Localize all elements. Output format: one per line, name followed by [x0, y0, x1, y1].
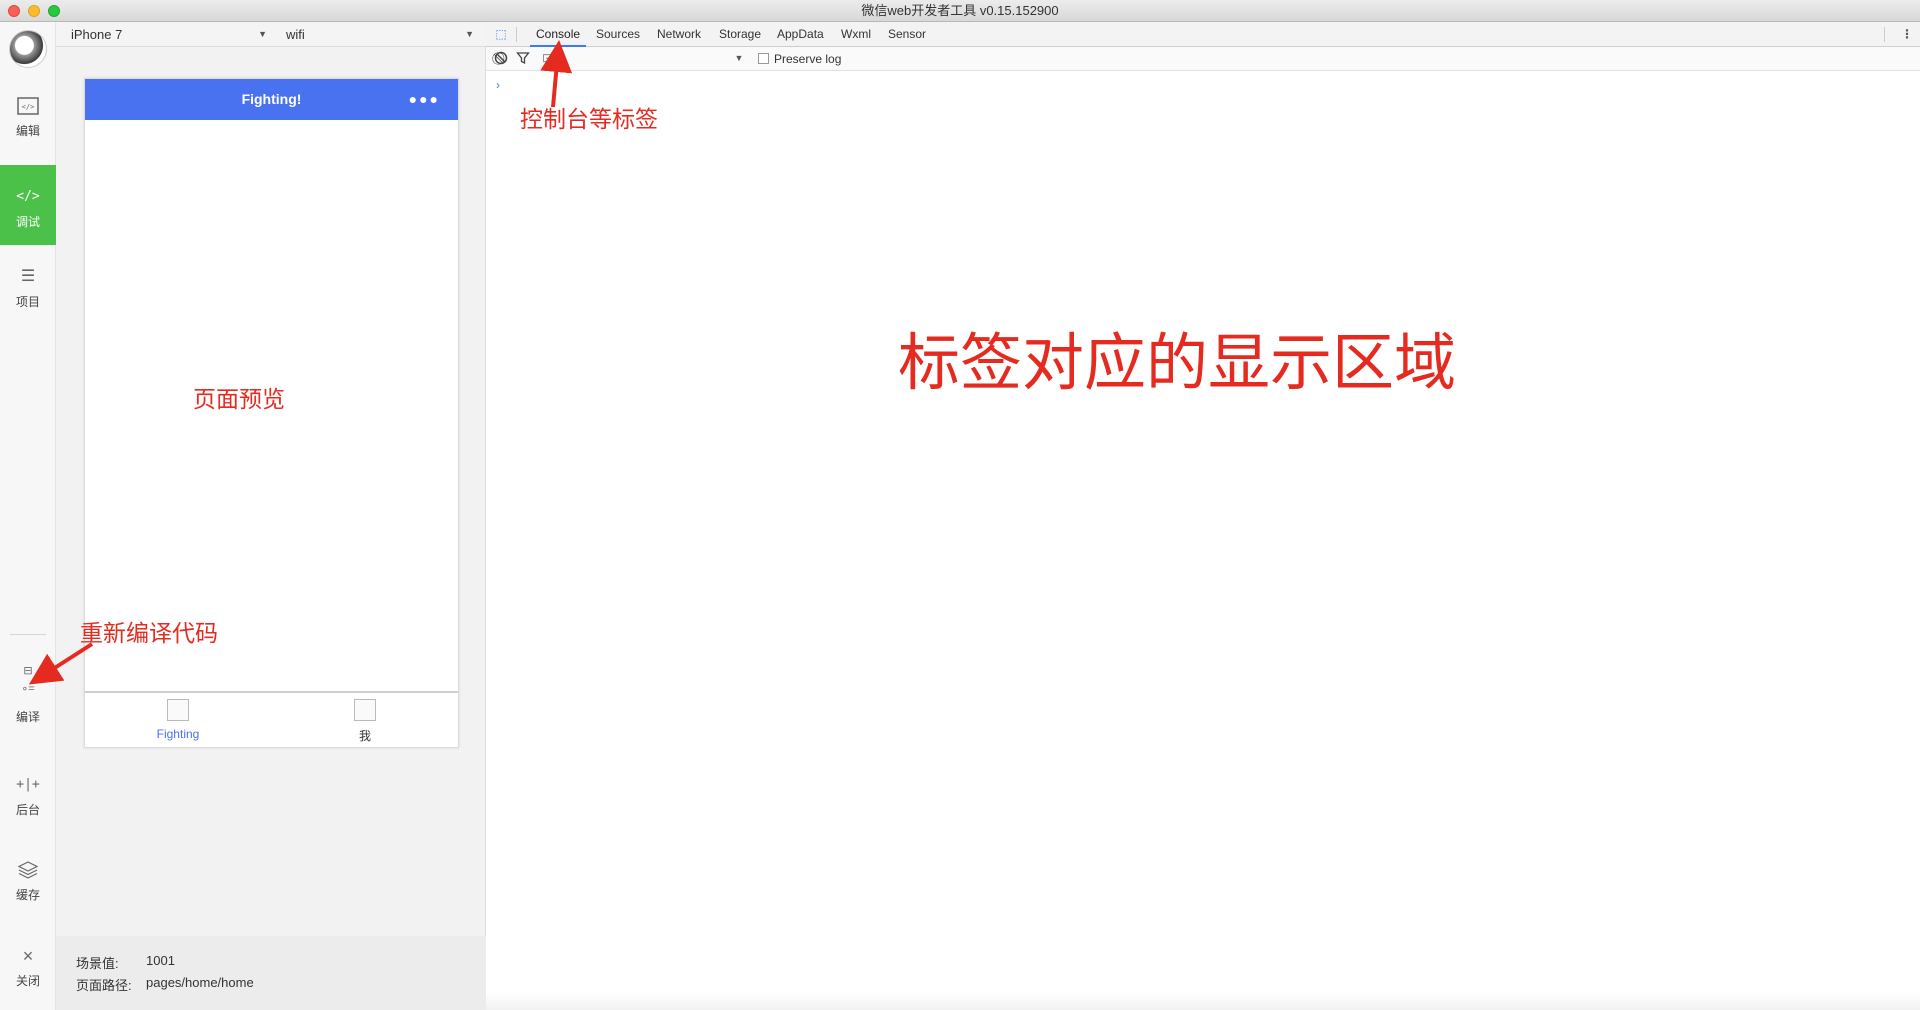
sidebar-item-debug[interactable]: </> 调试 [0, 165, 56, 245]
tab-divider [1884, 27, 1885, 42]
annotation-tabs-note: 控制台等标签 [520, 107, 658, 133]
simulator-footer: 场景值: 1001 页面路径: pages/home/home [56, 936, 486, 1010]
sidebar-item-compile[interactable]: ⊟ ∘= 编译 [0, 662, 56, 725]
tab-appdata[interactable]: AppData [777, 22, 824, 47]
bottom-shadow [486, 992, 1920, 1010]
scene-label: 场景值: [76, 956, 119, 971]
tab-label: 我 [358, 729, 371, 743]
scene-value: 1001 [146, 953, 175, 968]
layers-icon [16, 860, 40, 880]
svg-text:</>: </> [22, 103, 35, 111]
sidebar-item-label: 缓存 [15, 888, 40, 902]
tab-wxml[interactable]: Wxml [841, 22, 871, 47]
window-title-bar: 微信web开发者工具 v0.15.152900 [0, 0, 1920, 22]
broken-image-icon [167, 699, 189, 721]
sidebar-item-project[interactable]: ☰ 项目 [0, 267, 56, 310]
annotation-display-area: 标签对应的显示区域 [898, 326, 1457, 399]
left-sidebar: </> 编辑 </> 调试 ☰ 项目 ⊟ ∘= 编译 +|+ 后台 缓存 × 关闭 [0, 22, 56, 1010]
console-prompt[interactable]: › [496, 78, 500, 92]
sidebar-item-background[interactable]: +|+ 后台 [0, 775, 56, 818]
device-select[interactable]: iPhone 7 ▼ [71, 25, 267, 44]
background-icon: +|+ [16, 777, 40, 792]
tab-storage[interactable]: Storage [719, 22, 761, 47]
filter-icon[interactable] [516, 51, 530, 65]
network-select[interactable]: wifi ▼ [286, 25, 474, 44]
code-brackets-icon: </> [16, 189, 40, 204]
more-dots-icon[interactable]: ●●● [409, 79, 440, 120]
tab-network[interactable]: Network [657, 22, 701, 47]
page-path-label: 页面路径: [76, 978, 132, 993]
menu-lines-icon: ☰ [20, 268, 36, 285]
phone-nav-title: Fighting! [241, 91, 302, 107]
sidebar-item-label: 项目 [15, 295, 40, 309]
devtools-tab-bar: ⬚ Console Sources Network Storage AppDat… [486, 22, 1920, 47]
network-select-value: wifi [286, 27, 305, 42]
block-icon [494, 51, 508, 65]
sidebar-item-label: 调试 [15, 215, 40, 229]
tab-label: Fighting [156, 727, 200, 741]
close-window-button[interactable] [8, 5, 20, 17]
chevron-down-icon: ▼ [465, 29, 474, 39]
tab-fighting[interactable]: Fighting [148, 699, 208, 741]
devtools-panel: ⬚ Console Sources Network Storage AppDat… [486, 22, 1920, 1010]
inspect-element-icon[interactable]: ⬚ [494, 27, 508, 41]
preserve-log-label: Preserve log [774, 52, 842, 66]
sidebar-item-label: 编译 [15, 710, 40, 724]
tab-divider [516, 27, 517, 42]
chevron-down-icon: ▼ [258, 29, 267, 39]
annotation-recompile: 重新编译代码 [80, 621, 218, 647]
sidebar-item-label: 关闭 [15, 974, 40, 988]
sidebar-item-label: 编辑 [15, 124, 40, 138]
sidebar-item-label: 后台 [15, 803, 40, 817]
window-title: 微信web开发者工具 v0.15.152900 [861, 3, 1059, 18]
phone-tab-bar: Fighting 我 [85, 691, 458, 747]
compile-icon: ⊟ ∘= [21, 665, 35, 695]
minimize-window-button[interactable] [28, 5, 40, 17]
sidebar-item-cache[interactable]: 缓存 [0, 860, 56, 903]
top-frame-icon[interactable]: ⊡ [540, 51, 554, 65]
simulator-toolbar: iPhone 7 ▼ wifi ▼ [56, 22, 486, 47]
zoom-window-button[interactable] [48, 5, 60, 17]
tab-sensor[interactable]: Sensor [888, 22, 926, 47]
annotation-preview: 页面预览 [193, 387, 285, 413]
tab-me[interactable]: 我 [335, 699, 395, 744]
checkbox-box[interactable] [758, 53, 769, 64]
tab-sources[interactable]: Sources [596, 22, 640, 47]
sidebar-item-edit[interactable]: </> 编辑 [0, 96, 56, 139]
page-path-value: pages/home/home [146, 975, 254, 990]
console-toolbar: ⃠ ⊡ ▼ Preserve log [486, 47, 1920, 71]
close-icon: × [22, 946, 34, 966]
sidebar-divider [10, 634, 46, 635]
preserve-log-checkbox[interactable]: Preserve log [758, 52, 841, 66]
broken-image-icon [354, 699, 376, 721]
phone-navigation-bar: Fighting! ●●● [85, 79, 458, 120]
device-select-value: iPhone 7 [71, 27, 123, 42]
simulator-panel: iPhone 7 ▼ wifi ▼ Fighting! ●●● Fighting… [56, 22, 486, 1010]
tab-console[interactable]: Console [530, 22, 587, 47]
more-options-icon[interactable]: ⋮ [1900, 27, 1914, 41]
sidebar-item-close[interactable]: × 关闭 [0, 946, 56, 989]
chevron-down-icon[interactable]: ▼ [732, 51, 746, 65]
code-box-icon: </> [16, 96, 40, 116]
user-avatar[interactable] [9, 30, 47, 68]
